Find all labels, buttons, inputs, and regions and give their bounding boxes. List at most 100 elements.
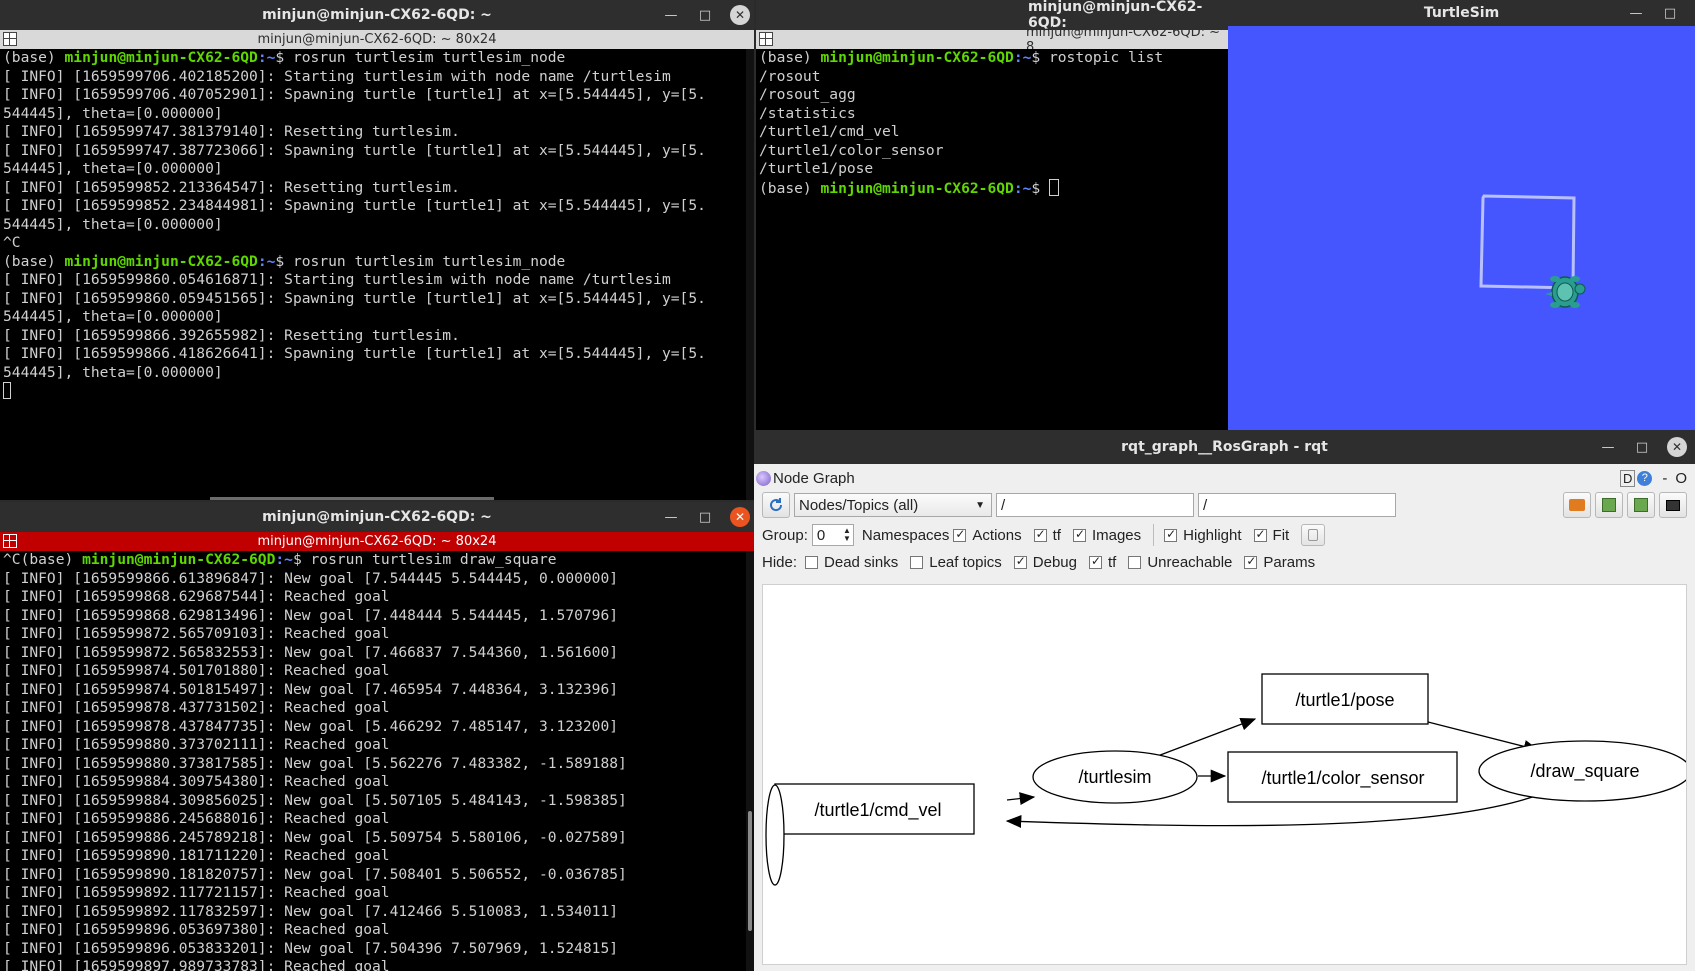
hide-leaf-topics-checkbox[interactable]: Leaf topics [910,554,1002,571]
output-text: [ INFO] [1659599896.053833201]: New goal… [3,939,619,957]
checkbox[interactable] [805,555,819,569]
minimize-plugin-icon[interactable]: - [1662,470,1667,487]
close-button[interactable]: ✕ [730,507,750,527]
window-title[interactable]: minjun@minjun-CX62-6QD: ~ [0,502,754,532]
checkbox-label: Params [1263,553,1316,571]
checkbox[interactable] [1164,527,1178,542]
hide-tf-checkbox[interactable]: tf [1088,554,1116,571]
prompt-line: (base) minjun@minjun-CX62-6QD:~$ rosrun … [3,49,754,68]
checkbox-label: Actions [972,526,1022,544]
tab-layout-icon[interactable] [759,32,773,46]
hide-row: Hide: Dead sinks Leaf topics Debug tf Un… [762,552,1687,572]
fit-checkbox[interactable]: Fit [1253,527,1289,544]
edge-cmd-vel-turtlesim [1006,792,1036,806]
scrollbar[interactable] [746,551,754,971]
output-line: [ INFO] [1659599884.309754380]: Reached … [3,773,754,792]
rqt-graph-window[interactable]: rqt_graph__RosGraph - rqt — □ ✕ Node Gra… [754,430,1695,971]
save-svg-button[interactable] [1627,492,1655,518]
save-dot-button[interactable] [1595,492,1623,518]
output-text: [ INFO] [1659599747.381379140]: Resettin… [3,123,460,140]
checkbox[interactable] [1072,527,1086,542]
output-line: [ INFO] [1659599860.059451565]: Spawning… [3,290,754,309]
output-line: [ INFO] [1659599866.392655982]: Resettin… [3,327,754,346]
save-icon [1602,498,1616,512]
help-icon[interactable]: ? [1637,470,1653,486]
terminal-output[interactable]: (base) minjun@minjun-CX62-6QD:~$ rostopi… [756,49,1228,430]
terminal-window-draw-square[interactable]: minjun@minjun-CX62-6QD: ~ — □ ✕ minjun@m… [0,502,754,971]
cursor-line [3,382,754,401]
checkbox[interactable] [1128,555,1142,569]
maximize-icon[interactable]: □ [688,0,722,30]
close-plugin-icon[interactable]: O [1675,470,1687,487]
turtlesim-window[interactable]: TurtleSim — □ [1228,0,1695,430]
load-dot-button[interactable] [1563,492,1591,518]
highlight-checkbox[interactable]: Highlight [1164,527,1242,544]
maximize-icon[interactable]: □ [1653,0,1687,26]
turtlesim-canvas [1228,26,1695,430]
graph-canvas[interactable]: /turtle1/pose /turtle1/color_sensor /tur… [762,584,1692,965]
prompt-command: $ rosrun turtlesim draw_square [292,551,557,568]
checkbox-label: tf [1052,526,1061,544]
group-spinbox[interactable]: 0 ▲ ▼ [811,524,854,546]
output-text: /statistics [759,104,856,122]
output-text: [ INFO] [1659599896.053697380]: Reached … [3,921,390,938]
scrollbar-thumb[interactable] [748,811,752,931]
output-text: [ INFO] [1659599878.437847735]: New goal… [3,717,619,735]
output-line: [ INFO] [1659599852.213364547]: Resettin… [3,179,754,198]
checkbox[interactable] [1013,554,1027,569]
refresh-button[interactable] [762,492,790,518]
prompt-user: minjun@minjun-CX62-6QD [64,49,258,66]
scrollbar[interactable] [746,49,754,500]
topic-filter-input[interactable]: / [1198,493,1396,517]
graph-type-select[interactable]: Nodes/Topics (all) ▼ [794,493,992,517]
output-text: [ INFO] [1659599706.402185200]: Starting… [3,67,671,85]
close-button[interactable]: ✕ [730,5,750,25]
maximize-icon[interactable]: □ [688,502,722,532]
checkbox[interactable] [1244,554,1258,569]
dock-icon[interactable]: D [1619,469,1636,487]
fit-in-view-button[interactable] [1301,524,1326,546]
window-title[interactable]: rqt_graph__RosGraph - rqt [754,430,1695,464]
terminal-output[interactable]: (base) minjun@minjun-CX62-6QD:~$ rosrun … [0,49,754,500]
prompt-line: (base) minjun@minjun-CX62-6QD:~$ rosrun … [3,253,754,272]
tab-layout-icon[interactable] [3,534,17,548]
maximize-icon[interactable]: □ [1625,430,1659,464]
fit-view-icon [1308,529,1319,541]
output-text: /rosout [759,67,821,85]
output-text: [ INFO] [1659599878.437731502]: Reached … [3,699,390,716]
hide-dead-sinks-checkbox[interactable]: Dead sinks [805,554,898,571]
namespaces-checkbox-tf[interactable]: tf [1033,526,1061,544]
minimize-icon[interactable]: — [1591,430,1625,464]
save-image-button[interactable] [1659,492,1687,518]
output-line: [ INFO] [1659599852.234844981]: Spawning… [3,197,754,216]
terminal-window-turtlesim-node[interactable]: minjun@minjun-CX62-6QD: ~ — □ ✕ minjun@m… [0,0,754,500]
close-button[interactable]: ✕ [1667,437,1687,457]
hide-unreachable-checkbox[interactable]: Unreachable [1128,554,1232,571]
checkbox[interactable] [1253,527,1267,542]
minimize-icon[interactable]: — [1619,0,1653,26]
minimize-icon[interactable]: — [654,502,688,532]
prompt-user: minjun@minjun-CX62-6QD [820,49,1014,66]
minimize-icon[interactable]: — [654,0,688,30]
checkbox[interactable] [1033,527,1047,542]
checkbox[interactable] [910,555,924,569]
namespaces-checkbox-actions[interactable]: Actions [953,526,1022,544]
output-text: 544445], theta=[0.000000] [3,308,223,325]
output-text: 544445], theta=[0.000000] [3,363,223,381]
terminal-output[interactable]: ^C(base) minjun@minjun-CX62-6QD:~$ rosru… [0,551,754,971]
terminal-window-rostopic[interactable]: minjun@minjun-CX62-6QD: minjun@minjun-CX… [756,0,1228,430]
checkbox[interactable] [953,527,967,542]
hide-debug-checkbox[interactable]: Debug [1013,554,1077,571]
node-filter-input[interactable]: / [996,493,1194,517]
hide-params-checkbox[interactable]: Params [1244,554,1315,571]
namespaces-checkbox-images[interactable]: Images [1072,527,1141,544]
resize-handle[interactable] [210,497,494,500]
spin-arrows-icon[interactable]: ▲ ▼ [843,527,851,543]
group-value: 0 [816,526,826,544]
prompt-path: :~ [275,551,293,568]
window-title[interactable]: minjun@minjun-CX62-6QD: ~ [0,0,754,30]
prompt-path: :~ [1013,49,1032,66]
tab-layout-icon[interactable] [3,32,17,46]
checkbox[interactable] [1088,554,1102,569]
output-line: [ INFO] [1659599886.245789218]: New goal… [3,829,754,848]
